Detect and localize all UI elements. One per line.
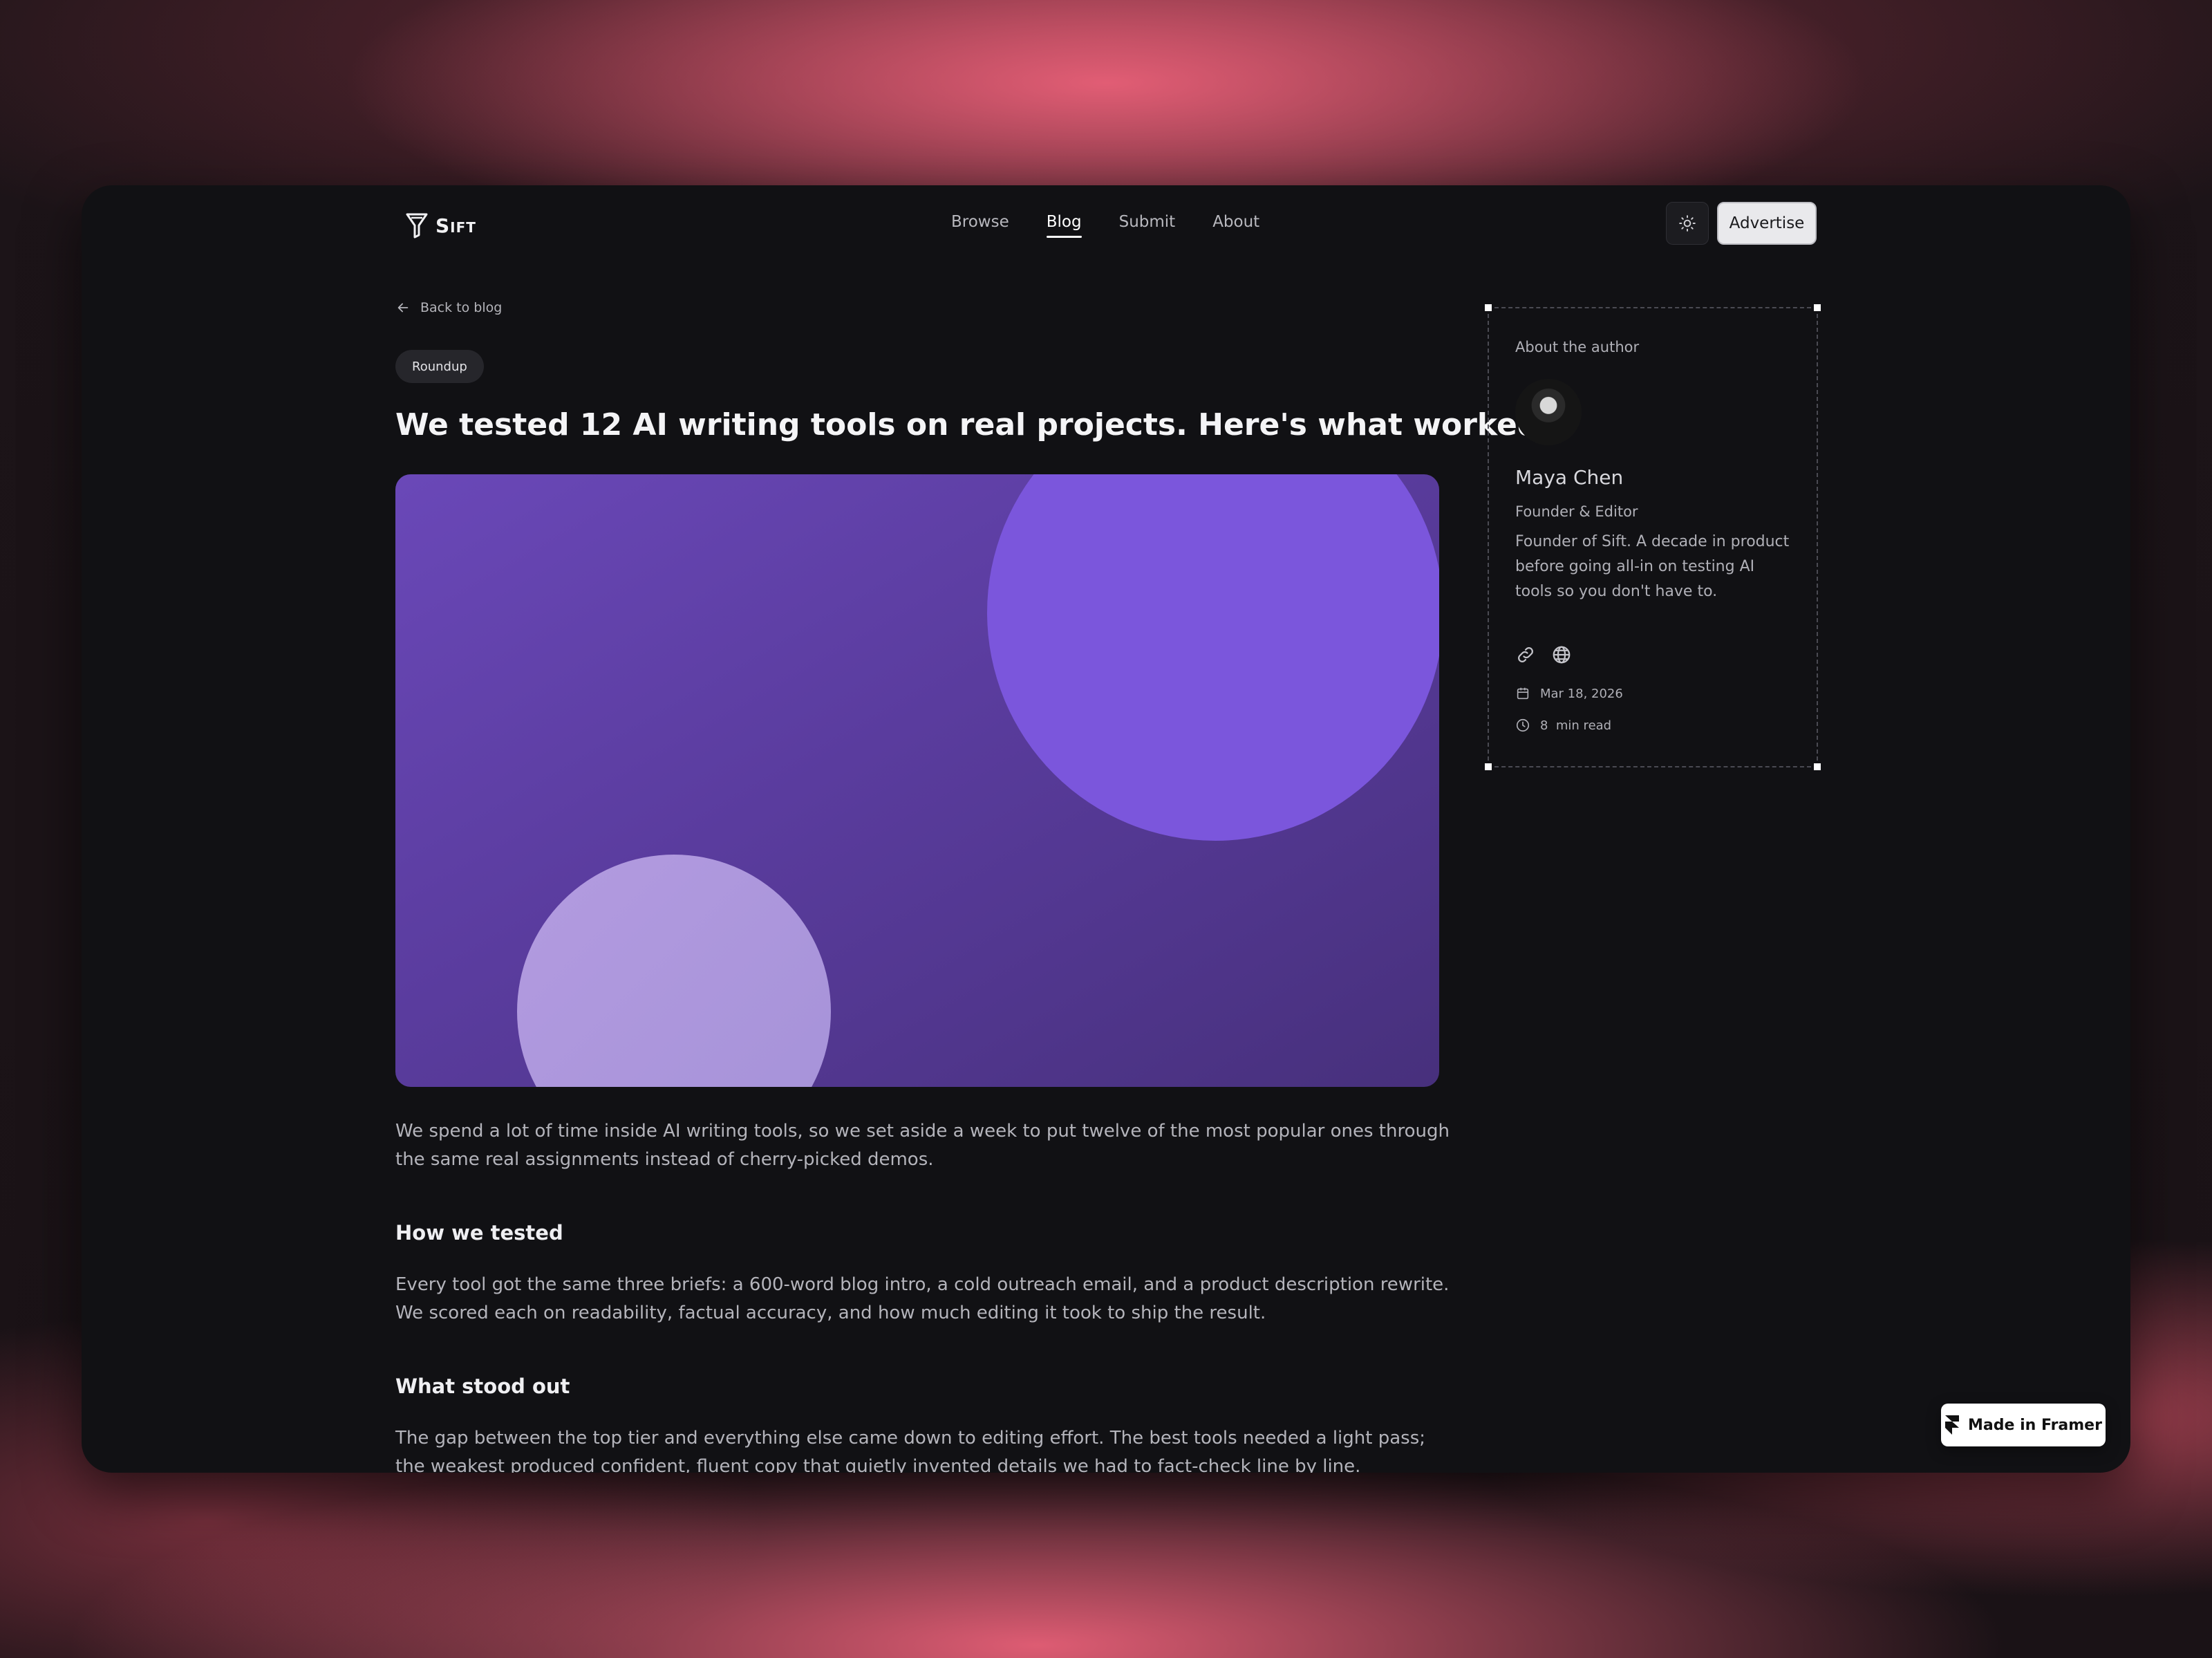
publish-date: Mar 18, 2026	[1515, 686, 1623, 701]
main-nav: Browse Blog Submit About	[951, 213, 1259, 238]
author-avatar	[1515, 379, 1582, 445]
nav-item-browse[interactable]: Browse	[951, 213, 1009, 238]
selection-handle[interactable]	[1485, 304, 1492, 311]
section-heading: What stood out	[395, 1375, 570, 1398]
section-body: The gap between the top tier and everyth…	[395, 1428, 1425, 1473]
funnel-logo-icon	[406, 213, 428, 239]
selection-handle[interactable]	[1814, 304, 1821, 311]
category-tag[interactable]: Roundup	[395, 350, 484, 383]
arrow-left-icon	[397, 303, 409, 313]
sun-icon	[1679, 215, 1696, 232]
back-label: Back to blog	[420, 300, 503, 315]
framer-logo-icon	[1945, 1415, 1960, 1435]
section-heading: How we tested	[395, 1221, 563, 1245]
hero-circle-small	[517, 855, 831, 1087]
browser-window: Sift Browse Blog Submit About Advertise …	[82, 185, 2130, 1473]
author-section-label: About the author	[1515, 339, 1640, 355]
made-in-framer-badge[interactable]: Made in Framer	[1941, 1404, 2106, 1446]
theme-toggle-button[interactable]	[1666, 202, 1709, 245]
link-icon[interactable]	[1515, 644, 1536, 665]
author-bio: Founder of Sift. A decade in product bef…	[1515, 533, 1790, 600]
selection-handle[interactable]	[1814, 763, 1821, 770]
brand-name: Sift	[435, 214, 476, 237]
selection-handle[interactable]	[1485, 763, 1492, 770]
hero-circle-large	[987, 474, 1439, 841]
read-time: 8 min read	[1515, 718, 1611, 733]
calendar-icon	[1517, 687, 1529, 700]
author-name: Maya Chen	[1515, 466, 1624, 489]
site-logo[interactable]: Sift	[405, 212, 476, 239]
hero-image	[395, 474, 1439, 1087]
framer-badge-label: Made in Framer	[1968, 1416, 2102, 1434]
read-time-text: 8 min read	[1540, 718, 1612, 733]
nav-item-submit[interactable]: Submit	[1119, 213, 1176, 238]
article-title: We tested 12 AI writing tools on real pr…	[395, 407, 1551, 443]
back-to-blog-link[interactable]: Back to blog	[395, 300, 502, 315]
nav-item-blog[interactable]: Blog	[1046, 213, 1082, 238]
nav-item-about[interactable]: About	[1212, 213, 1259, 238]
author-links	[1515, 644, 1572, 665]
globe-icon[interactable]	[1551, 644, 1572, 665]
advertise-button[interactable]: Advertise	[1717, 202, 1817, 245]
author-card: About the author Maya Chen Founder & Edi…	[1485, 304, 1821, 770]
author-role: Founder & Editor	[1515, 503, 1638, 520]
date-text: Mar 18, 2026	[1540, 686, 1623, 701]
article-intro: We spend a lot of time inside AI writing…	[395, 1121, 1450, 1170]
section-body: Every tool got the same three briefs: a …	[395, 1274, 1450, 1323]
clock-icon	[1516, 718, 1530, 732]
